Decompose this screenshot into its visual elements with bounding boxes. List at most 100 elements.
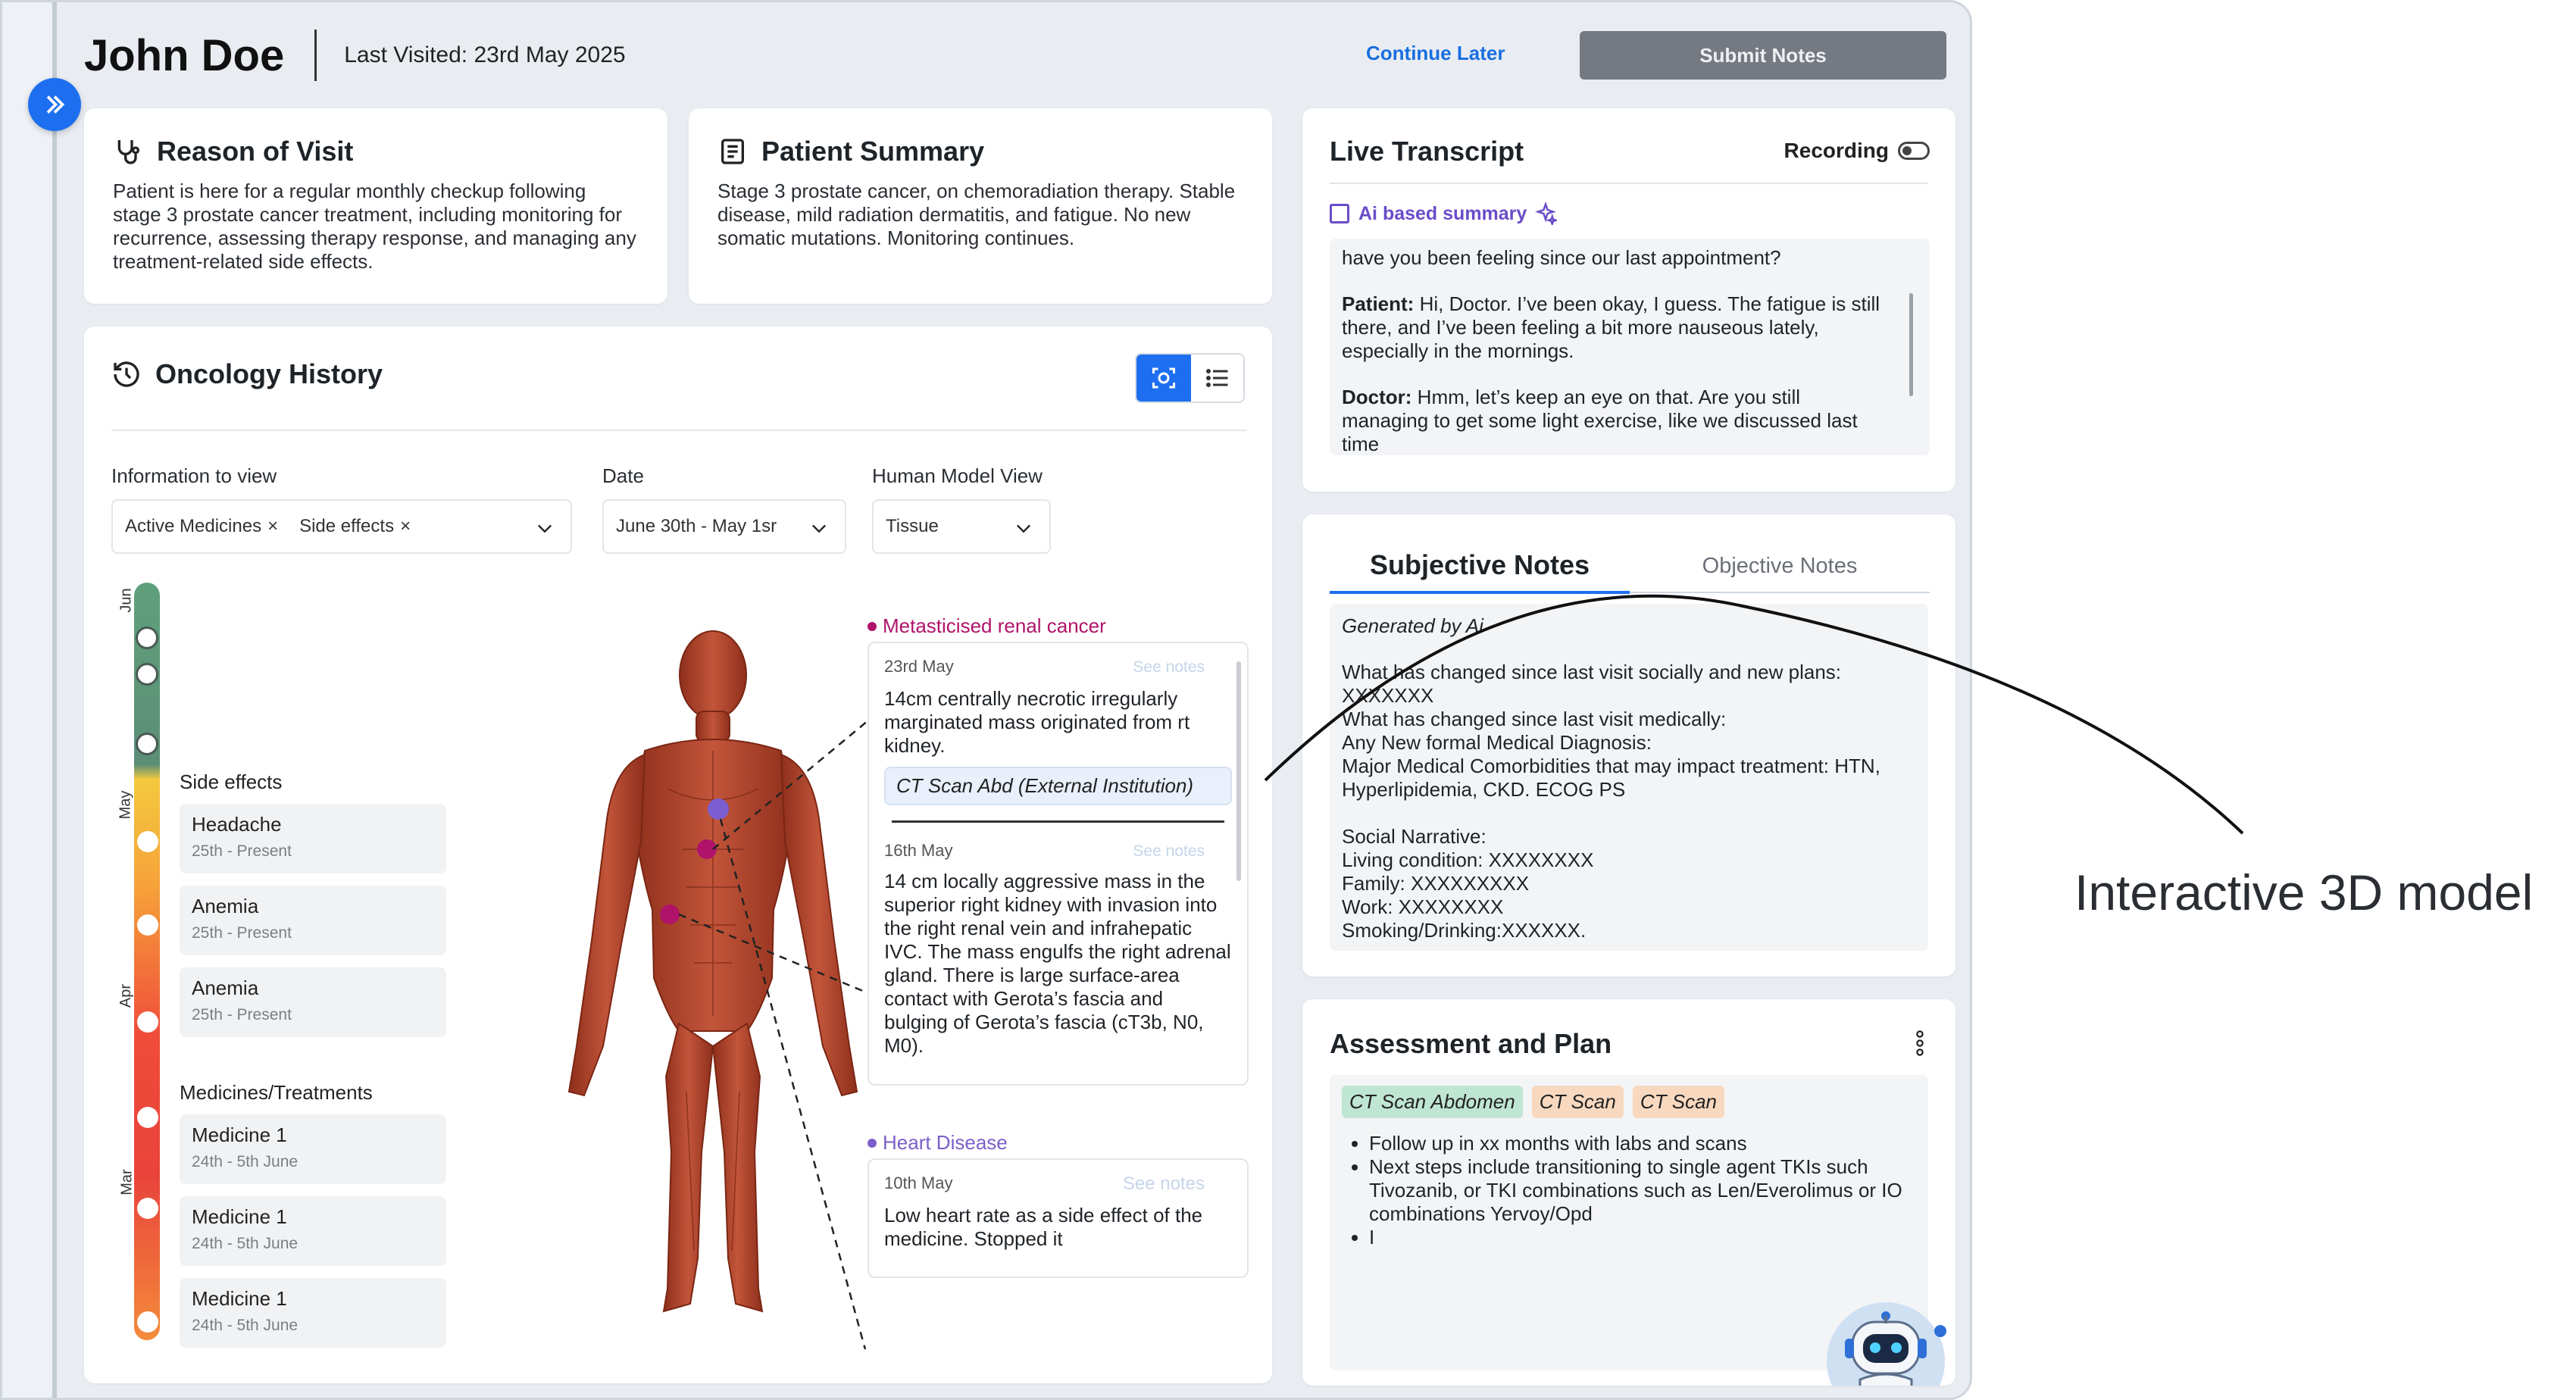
side-effect-item[interactable]: Headache 25th - Present xyxy=(180,804,446,873)
annotation-label: Interactive 3D model xyxy=(2074,864,2534,920)
submit-notes-button[interactable]: Submit Notes xyxy=(1580,31,1946,80)
transcript-title: Live Transcript xyxy=(1330,136,1524,167)
plan-bullet: Follow up in xx months with labs and sca… xyxy=(1369,1132,1916,1155)
tag-ct-scan[interactable]: CT Scan xyxy=(1531,1086,1624,1118)
left-sidebar xyxy=(2,2,57,1398)
month-may: May xyxy=(117,790,134,820)
transcript-card: Live Transcript Recording Ai based summa… xyxy=(1302,108,1955,492)
3d-scan-icon xyxy=(1152,367,1175,389)
tag-side-effects[interactable]: Side effects × xyxy=(299,516,411,537)
month-apr: Apr xyxy=(117,983,135,1008)
model-view-button[interactable] xyxy=(1136,355,1191,402)
ai-assistant-robot-icon[interactable] xyxy=(1825,1301,1954,1386)
list-icon xyxy=(1205,369,1227,387)
oncology-title: Oncology History xyxy=(111,358,383,390)
continue-later-link[interactable]: Continue Later xyxy=(1366,42,1505,65)
transcript-line: Patient: Hi, Doctor. I’ve been okay, I g… xyxy=(1342,292,1880,362)
month-jun: Jun xyxy=(117,588,135,613)
month-mar: Mar xyxy=(118,1169,136,1195)
transcript-box[interactable]: have you been feeling since our last app… xyxy=(1330,239,1930,455)
info-label: Information to view xyxy=(111,464,277,487)
checkbox-icon[interactable] xyxy=(1330,204,1349,223)
renal-notes-panel: 23rd May See notes 14cm centrally necrot… xyxy=(868,642,1249,1086)
timeline-node[interactable] xyxy=(137,1311,158,1333)
date-select[interactable]: June 30th - May 1sr xyxy=(602,499,846,554)
expand-sidebar-button[interactable] xyxy=(28,78,81,131)
reason-title: Reason of Visit xyxy=(113,136,639,167)
date-label: Date xyxy=(602,464,644,487)
toggle-switch-icon[interactable] xyxy=(1898,142,1930,160)
transcript-line: Doctor: Hmm, let’s keep an eye on that. … xyxy=(1342,386,1858,455)
more-vertical-icon[interactable] xyxy=(1915,1030,1925,1057)
note-date: 16th May xyxy=(884,841,953,860)
plan-list: Follow up in xx months with labs and sca… xyxy=(1369,1132,1916,1249)
note-divider xyxy=(892,820,1224,823)
tab-subjective[interactable]: Subjective Notes xyxy=(1330,549,1630,581)
notes-line: Work: XXXXXXXX xyxy=(1342,895,1504,918)
kidney-marker[interactable] xyxy=(660,905,680,924)
see-notes-link[interactable]: See notes xyxy=(1123,1173,1205,1195)
plan-title: Assessment and Plan xyxy=(1330,1028,1612,1059)
timeline-node[interactable] xyxy=(137,831,158,852)
list-view-button[interactable] xyxy=(1191,355,1243,402)
note-text: 14cm centrally necrotic irregularly marg… xyxy=(884,687,1190,757)
notes-line: Smoking/Drinking:XXXXXX. xyxy=(1342,919,1587,942)
condition-heart-disease[interactable]: Heart Disease xyxy=(868,1131,1008,1155)
heart-notes-panel: 10th May See notes Low heart rate as a s… xyxy=(868,1158,1249,1278)
reason-text: Patient is here for a regular monthly ch… xyxy=(113,180,636,273)
human-body-model[interactable] xyxy=(531,622,910,1349)
medicine-item[interactable]: Medicine 1 24th - 5th June xyxy=(180,1196,446,1266)
timeline-node[interactable] xyxy=(137,914,158,936)
reason-card: Reason of Visit Patient is here for a re… xyxy=(84,108,667,304)
side-effects-heading: Side effects xyxy=(180,770,283,793)
sparkle-icon xyxy=(1535,202,1558,225)
tag-active-medicines[interactable]: Active Medicines × xyxy=(125,516,278,537)
note-date: 10th May xyxy=(884,1173,953,1192)
header-divider xyxy=(314,30,317,81)
plan-card: Assessment and Plan CT Scan Abdomen CT Sc… xyxy=(1302,999,1955,1386)
condition-renal-cancer[interactable]: Metasticised renal cancer xyxy=(868,614,1106,638)
plan-bullet: Next steps include transitioning to sing… xyxy=(1369,1155,1916,1226)
double-chevron-right-icon xyxy=(46,95,65,114)
transcript-line: have you been feeling since our last app… xyxy=(1342,246,1781,269)
medicines-heading: Medicines/Treatments xyxy=(180,1081,373,1104)
timeline-node[interactable] xyxy=(136,733,158,755)
scrollbar[interactable] xyxy=(1909,293,1913,396)
timeline-bar xyxy=(134,583,160,1340)
note-text: Low heart rate as a side effect of the m… xyxy=(884,1204,1203,1250)
timeline-node[interactable] xyxy=(137,1011,158,1033)
tag-ct-scan-abdomen[interactable]: CT Scan Abdomen xyxy=(1342,1086,1523,1118)
see-notes-link[interactable]: See notes xyxy=(1133,842,1205,861)
oncology-divider xyxy=(111,430,1246,431)
model-label: Human Model View xyxy=(872,464,1043,487)
medicine-item[interactable]: Medicine 1 24th - 5th June xyxy=(180,1278,446,1348)
close-icon[interactable]: × xyxy=(267,516,278,537)
timeline-node[interactable] xyxy=(137,1107,158,1128)
timeline-node[interactable] xyxy=(136,627,158,649)
source-chip[interactable]: CT Scan Abd (External Institution) xyxy=(884,767,1232,805)
tag-ct-scan[interactable]: CT Scan xyxy=(1632,1086,1725,1118)
info-select[interactable]: Active Medicines × Side effects × xyxy=(111,499,572,554)
notes-line: Living condition: XXXXXXXX xyxy=(1342,848,1594,871)
notes-line: Family: XXXXXXXXX xyxy=(1342,872,1530,895)
side-effect-item[interactable]: Anemia 25th - Present xyxy=(180,886,446,955)
timeline-node[interactable] xyxy=(136,663,158,686)
see-notes-link[interactable]: See notes xyxy=(1133,658,1205,677)
oncology-card: Oncology History Information to view Act… xyxy=(84,327,1272,1383)
chevron-down-icon xyxy=(812,524,826,533)
scrollbar[interactable] xyxy=(1236,661,1241,881)
plan-tags: CT Scan Abdomen CT Scan CT Scan xyxy=(1342,1086,1916,1118)
annotation-arrow xyxy=(1264,594,2244,835)
patient-header: John Doe Last Visited: 23rd May 2025 xyxy=(84,25,626,86)
model-select[interactable]: Tissue xyxy=(872,499,1051,554)
ai-summary-checkbox[interactable]: Ai based summary xyxy=(1330,202,1558,225)
medicine-item[interactable]: Medicine 1 24th - 5th June xyxy=(180,1114,446,1184)
timeline-node[interactable] xyxy=(137,1198,158,1219)
close-icon[interactable]: × xyxy=(400,516,411,537)
history-icon xyxy=(114,361,139,387)
summary-card: Patient Summary Stage 3 prostate cancer,… xyxy=(689,108,1272,304)
heart-marker[interactable] xyxy=(708,798,729,820)
side-effect-item[interactable]: Anemia 25th - Present xyxy=(180,967,446,1037)
tab-objective[interactable]: Objective Notes xyxy=(1630,554,1930,579)
recording-toggle[interactable]: Recording xyxy=(1784,139,1930,163)
